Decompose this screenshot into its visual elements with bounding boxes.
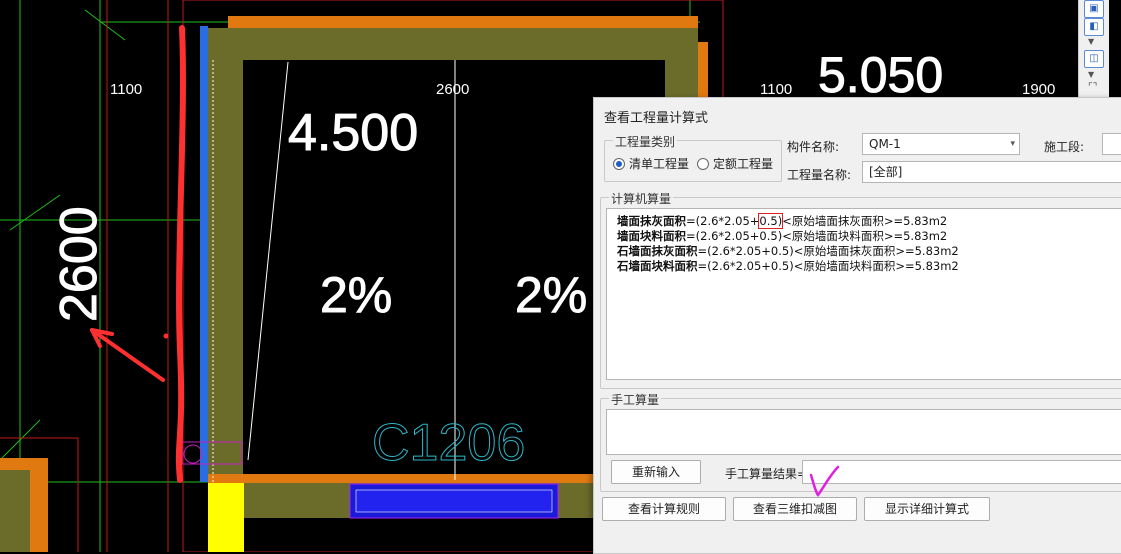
formula-line: 石墙面抹灰面积=(2.6*2.05+0.5)<原始墙面抹灰面积>=5.83m2	[617, 243, 959, 259]
formula-line: 墙面抹灰面积=(2.6*2.05+0.5)<原始墙面抹灰面积>=5.83m2	[617, 213, 947, 229]
stage-label: 施工段:	[1044, 140, 1085, 154]
formula-name: 石墙面块料面积	[617, 259, 698, 273]
formula-name: 墙面抹灰面积	[617, 214, 686, 228]
slope-left: 2%	[320, 267, 392, 323]
formula-name: 墙面块料面积	[617, 229, 686, 243]
corner-icon[interactable]: ⌜⌝	[1088, 82, 1097, 93]
formula-result: <原始墙面块料面积>=5.83m2	[782, 229, 948, 243]
dropdown-arrow-icon[interactable]: ▼	[1088, 37, 1094, 46]
component-name-value: QM-1	[869, 137, 901, 151]
formula-value: 0.5)	[770, 244, 794, 258]
qty-type-group-label: 工程量类别	[613, 133, 678, 150]
window-block	[349, 483, 559, 519]
3d-view-icon[interactable]: ▣	[1084, 0, 1104, 18]
manual-input-area[interactable]	[606, 409, 1121, 455]
yellow-column	[208, 483, 244, 552]
formula-textbox[interactable]: 墙面抹灰面积=(2.6*2.05+0.5)<原始墙面抹灰面积>=5.83m2 墙面…	[606, 208, 1121, 380]
dim-1100-left: 1100	[110, 81, 142, 98]
formula-expression: =(2.6*2.05+	[697, 244, 771, 258]
blue-wall-strip	[200, 26, 208, 482]
dim-2600: 2600	[436, 81, 469, 98]
reenter-button[interactable]: 重新输入	[611, 460, 701, 484]
formula-expression: =(2.6*2.05+	[686, 214, 760, 228]
cube-view-icon[interactable]: ◧	[1084, 18, 1104, 36]
view-toolstrip: ▣ ◧ ▼ ◫ ▼ ⌜⌝	[1078, 0, 1109, 100]
formula-line: 石墙面块料面积=(2.6*2.05+0.5)<原始墙面块料面积>=5.83m2	[617, 258, 959, 274]
dim-1900: 1900	[1022, 81, 1055, 98]
radio-quota-qty[interactable]: 定额工程量	[697, 155, 773, 172]
formula-value: 0.5)	[770, 259, 794, 273]
dialog-title: 查看工程量计算式	[604, 111, 709, 126]
checkmark-annotation-icon	[809, 465, 840, 497]
formula-line: 墙面块料面积=(2.6*2.05+0.5)<原始墙面块料面积>=5.83m2	[617, 228, 947, 244]
qty-type-group: 工程量类别 清单工程量 定额工程量	[604, 133, 782, 182]
manual-calc-label: 手工算量	[609, 391, 662, 408]
slope-right: 2%	[515, 267, 587, 323]
formula-expression: =(2.6*2.05+	[697, 259, 771, 273]
dropdown-arrow-icon-2[interactable]: ▼	[1088, 70, 1094, 79]
highlighted-value: 0.5)	[758, 213, 784, 229]
formula-result: <原始墙面抹灰面积>=5.83m2	[793, 244, 959, 258]
elevation-left: 4.500	[288, 104, 418, 162]
radio-unselected-icon[interactable]	[697, 157, 709, 170]
formula-result: <原始墙面块料面积>=5.83m2	[793, 259, 959, 273]
show-detail-formula-button[interactable]: 显示详细计算式	[864, 497, 990, 521]
component-name-label: 构件名称:	[787, 140, 840, 154]
qty-name-value: [全部]	[869, 165, 903, 179]
computer-calc-label: 计算机算量	[609, 190, 674, 207]
computer-calc-group: 计算机算量 墙面抹灰面积=(2.6*2.05+0.5)<原始墙面抹灰面积>=5.…	[600, 190, 1121, 389]
manual-result-label: 手工算量结果=	[725, 467, 808, 481]
window-tag: C1206	[372, 414, 525, 472]
qty-name-field[interactable]: [全部]	[862, 161, 1121, 183]
manual-result-field[interactable]	[802, 460, 1121, 484]
view-calc-rules-button[interactable]: 查看计算规则	[602, 497, 726, 521]
radio-list-label: 清单工程量	[629, 157, 690, 171]
formula-expression: =(2.6*2.05+	[686, 229, 760, 243]
left-wall-block	[0, 470, 30, 552]
manual-calc-group: 手工算量 重新输入 手工算量结果=	[600, 391, 1121, 492]
radio-quota-label: 定额工程量	[713, 157, 774, 171]
component-name-select[interactable]: QM-1 ▾	[862, 133, 1020, 155]
qty-name-label: 工程量名称:	[787, 168, 852, 182]
dim-1100-right: 1100	[760, 81, 792, 98]
radio-selected-icon[interactable]	[613, 157, 625, 170]
elevation-right: 5.050	[818, 47, 943, 103]
chevron-down-icon: ▾	[1010, 139, 1015, 149]
formula-result: <原始墙面抹灰面积>=5.83m2	[782, 214, 948, 228]
formula-value: 0.5)	[759, 229, 783, 243]
cube-blue-icon[interactable]: ◫	[1084, 50, 1104, 68]
quantity-formula-dialog: 查看工程量计算式 工程量类别 清单工程量 定额工程量 构件名称: QM-1 ▾ …	[593, 97, 1121, 554]
vertical-dim-2600: 2600	[50, 206, 108, 322]
radio-list-qty[interactable]: 清单工程量	[613, 155, 689, 172]
formula-name: 石墙面抹灰面积	[617, 244, 698, 258]
stage-select[interactable]	[1102, 133, 1121, 155]
